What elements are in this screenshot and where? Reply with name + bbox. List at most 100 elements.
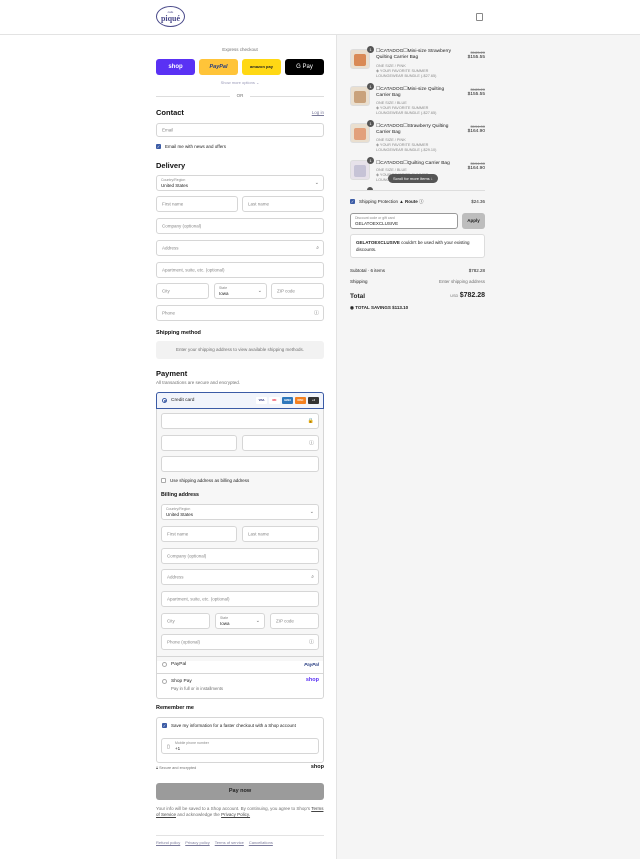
zip-placeholder: ZIP code — [277, 288, 295, 294]
credit-card-option[interactable]: Credit card VISA MC AMEX DISC +4 — [156, 392, 324, 409]
item-bundle-text: YOUR FAVORITE SUMMER LOUNGEWEAR BUNDLE (… — [376, 69, 437, 78]
help-icon[interactable]: ⓘ — [309, 440, 314, 447]
save-info-label: Save my information for a faster checkou… — [171, 723, 296, 728]
express-checkout-title: Express checkout — [222, 47, 258, 52]
logo-text: piqué — [160, 14, 181, 23]
billing-zip-field[interactable]: ZIP code — [270, 613, 319, 629]
zip-field[interactable]: ZIP code — [271, 283, 324, 299]
shop-pay-radio[interactable] — [162, 679, 167, 684]
billing-apartment-placeholder: Apartment, suite, etc. (optional) — [167, 596, 230, 602]
state-select[interactable]: State Iowa ⌄ — [214, 283, 267, 299]
pay-now-button[interactable]: Pay now — [156, 783, 324, 800]
apartment-placeholder: Apartment, suite, etc. (optional) — [162, 267, 225, 273]
apply-button[interactable]: Apply — [462, 213, 485, 229]
first-name-placeholder: First name — [162, 201, 184, 207]
lock-icon: 🔒 — [307, 418, 314, 424]
item-price: $183.20 $155.55 — [455, 50, 485, 60]
terms-of-service-link[interactable]: Terms of service — [215, 840, 244, 845]
item-variant: ONE SIZE / PINK — [376, 64, 406, 68]
billing-zip-placeholder: ZIP code — [276, 618, 294, 624]
billing-first-name-field[interactable]: First name — [161, 526, 237, 542]
billing-city-placeholder: City — [167, 618, 175, 624]
phone-placeholder: Phone — [162, 310, 176, 316]
login-link[interactable]: Log in — [312, 110, 324, 115]
amazon-pay-button[interactable]: amazon pay — [242, 59, 281, 75]
shop-pay-button[interactable]: shop — [156, 59, 195, 75]
divider — [156, 835, 324, 836]
billing-apartment-field[interactable]: Apartment, suite, etc. (optional) — [161, 591, 319, 607]
first-name-field[interactable]: First name — [156, 196, 238, 212]
quantity-badge: 1 — [367, 83, 374, 90]
paypal-option-label: PayPal — [171, 662, 187, 667]
order-summary: 1 ☐CATADOG☐Mini-size Strawberry Quilting… — [336, 35, 640, 859]
privacy-link[interactable]: Privacy Policy. — [221, 812, 250, 817]
google-pay-button[interactable]: G Pay — [285, 59, 324, 75]
show-more-options-link[interactable]: Show more options ⌄ — [156, 80, 324, 85]
legal-text: Your info will be saved to a Shop accoun… — [156, 806, 324, 818]
billing-country-label: Country/Region — [166, 507, 191, 511]
billing-phone-placeholder: Phone (optional) — [167, 639, 201, 645]
shopping-bag-icon[interactable] — [476, 13, 483, 21]
news-checkbox[interactable]: ✓ — [156, 144, 161, 149]
state-label: State — [219, 286, 228, 290]
credit-card-radio[interactable] — [162, 398, 167, 403]
company-field[interactable]: Company (optional) — [156, 218, 324, 234]
email-field[interactable]: Email — [156, 123, 324, 137]
name-on-card-field[interactable] — [161, 456, 319, 472]
phone-field[interactable]: Phone ⓘ — [156, 305, 324, 321]
shipping-protection-checkbox[interactable]: ✓ — [350, 199, 355, 204]
help-icon[interactable]: ⓘ — [314, 310, 319, 317]
billing-state-select[interactable]: State Iowa ⌄ — [215, 613, 265, 629]
item-name: ☐CATADOG☐Quilting Carrier Bag — [376, 161, 450, 166]
item-bundle: ◈ YOUR FAVORITE SUMMER LOUNGEWEAR BUNDLE… — [376, 143, 456, 153]
city-field[interactable]: City — [156, 283, 209, 299]
address-field[interactable]: Address ⌕ — [156, 240, 324, 256]
item-name: ☐CATADOG☐Strawberry Quilting Carrier Bag — [376, 124, 449, 135]
billing-country-select[interactable]: Country/Region United States ⌄ — [161, 504, 319, 520]
use-shipping-checkbox[interactable] — [161, 478, 166, 483]
paypal-button[interactable]: PayPal — [199, 59, 238, 75]
item-variant: ONE SIZE / PINK — [376, 138, 406, 142]
country-select[interactable]: Country/Region United States ⌄ — [156, 175, 324, 191]
tag-icon: ◈ — [376, 143, 379, 147]
refund-policy-link[interactable]: Refund policy — [156, 840, 180, 845]
total-savings: ◉ TOTAL SAVINGS $113.10 — [350, 305, 408, 311]
more-cards-badge: +4 — [308, 397, 319, 404]
info-icon[interactable]: ⓘ — [419, 199, 424, 204]
billing-address-field[interactable]: Address ⌕ — [161, 569, 319, 585]
scroll-for-more-button[interactable]: Scroll for more items ↓ — [388, 174, 438, 183]
discount-value: GELATOEXCLUSIVE — [355, 221, 399, 226]
divider — [156, 656, 324, 657]
cancellations-link[interactable]: Cancellations — [249, 840, 273, 845]
legal-and: and acknowledge the — [177, 812, 220, 817]
billing-last-name-field[interactable]: Last name — [242, 526, 319, 542]
save-info-checkbox[interactable]: ✓ — [162, 723, 167, 728]
contact-title: Contact — [156, 108, 184, 117]
divider — [350, 190, 485, 191]
address-placeholder: Address — [162, 245, 179, 251]
discount-code-field[interactable]: Discount code or gift card GELATOEXCLUSI… — [350, 213, 458, 229]
discount-label: Discount code or gift card — [355, 216, 395, 220]
billing-company-placeholder: Company (optional) — [167, 553, 207, 559]
total-amount: USD $782.28 — [427, 292, 485, 299]
help-icon[interactable]: ⓘ — [309, 639, 314, 646]
last-name-field[interactable]: Last name — [242, 196, 324, 212]
billing-company-field[interactable]: Company (optional) — [161, 548, 319, 564]
paypal-radio[interactable] — [162, 662, 167, 667]
billing-phone-field[interactable]: Phone (optional) ⓘ — [161, 634, 319, 650]
expiry-field[interactable] — [161, 435, 237, 451]
mobile-phone-field[interactable]: ▯ Mobile phone number +1 — [161, 738, 319, 754]
item-name: ☐CATADOG☐Mini-size Strawberry Quilting C… — [376, 49, 452, 60]
store-logo[interactable]: cafe piqué — [156, 6, 185, 27]
shipping-value: Enter shipping address — [438, 279, 485, 284]
billing-state-value: Iowa — [220, 621, 230, 626]
product-image — [350, 123, 370, 143]
apartment-field[interactable]: Apartment, suite, etc. (optional) — [156, 262, 324, 278]
billing-city-field[interactable]: City — [161, 613, 210, 629]
quantity-badge: 1 — [367, 46, 374, 53]
cvv-field[interactable]: ⓘ — [242, 435, 319, 451]
currency-code: USD — [450, 294, 459, 298]
privacy-policy-link[interactable]: Privacy policy — [185, 840, 209, 845]
tag-icon: ◈ — [376, 106, 379, 110]
card-number-field[interactable]: 🔒 — [161, 413, 319, 429]
